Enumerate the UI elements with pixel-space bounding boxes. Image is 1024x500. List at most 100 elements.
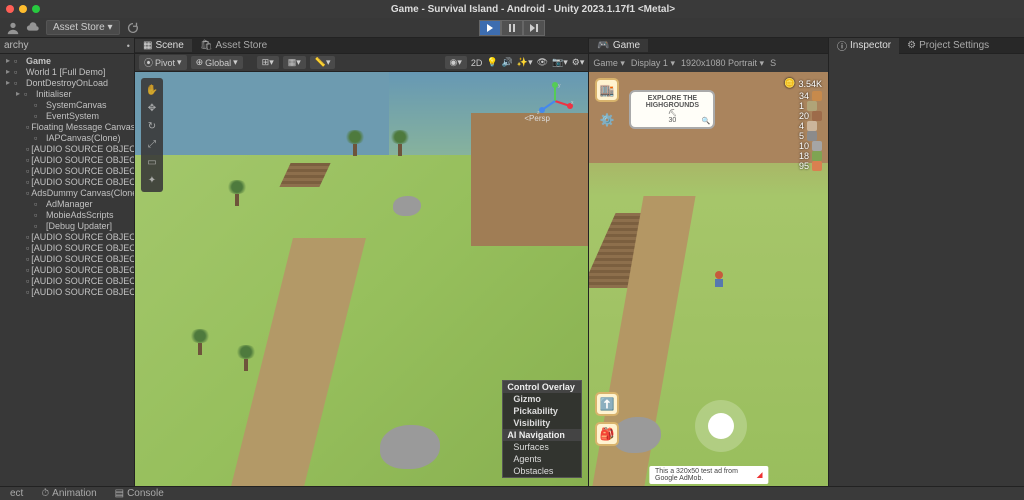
settings-button[interactable]: ⚙️ xyxy=(595,108,619,132)
overlay-obstacles-item[interactable]: Obstacles xyxy=(503,465,581,477)
game-viewport[interactable]: 🏬 ⚙️ EXPLORE THE HIGHGROUNDS ⛏ 30 🔍 🪙3.5… xyxy=(589,72,828,486)
overlay-visibility-item[interactable]: Visibility xyxy=(503,417,581,429)
pause-button[interactable] xyxy=(501,20,523,36)
hierarchy-item[interactable]: ▸▫World 1 [Full Demo] xyxy=(0,66,134,77)
hierarchy-item[interactable]: ▫[AUDIO SOURCE OBJECT] xyxy=(0,242,134,253)
audio-icon[interactable]: 🔊 xyxy=(502,57,513,68)
resource-counter: 18 xyxy=(799,151,822,161)
hierarchy-search-icon[interactable]: 🞄 xyxy=(127,40,130,51)
shading-mode-button[interactable]: ◉▾ xyxy=(445,56,467,69)
rotate-tool-icon[interactable]: ↻ xyxy=(141,117,163,135)
hierarchy-item[interactable]: ▫[AUDIO SOURCE OBJECT] xyxy=(0,231,134,242)
hierarchy-item[interactable]: ▫[AUDIO SOURCE OBJECT] xyxy=(0,286,134,297)
grid-snap-button[interactable]: ⊞▾ xyxy=(257,56,279,69)
window-title: Game - Survival Island - Android - Unity… xyxy=(48,4,1018,15)
hierarchy-item[interactable]: ▫AdManager xyxy=(0,198,134,209)
snap-increment-button[interactable]: ▦▾ xyxy=(283,56,306,69)
refresh-icon[interactable] xyxy=(126,21,140,35)
overlay-surfaces-item[interactable]: Surfaces xyxy=(503,441,581,453)
tab-asset-store[interactable]: 🛍Asset Store xyxy=(192,39,275,52)
hud-resources: 🪙3.54K 3412045101895 xyxy=(784,78,822,171)
gizmos-icon[interactable]: ⚙▾ xyxy=(572,57,585,68)
overlay-pickability-item[interactable]: Pickability xyxy=(503,405,581,417)
scene-viewport[interactable]: ✋ ✥ ↻ ⤢ ▭ ✦ yxz <Persp Control Overlay G… xyxy=(135,72,588,486)
window-titlebar: Game - Survival Island - Android - Unity… xyxy=(0,0,1024,18)
fx-icon[interactable]: ✨▾ xyxy=(517,57,533,68)
lighting-icon[interactable]: 💡 xyxy=(486,57,497,68)
inspector-panel: ⓘInspector ⚙Project Settings xyxy=(829,38,1024,486)
hierarchy-list: ▸▫Game▸▫World 1 [Full Demo]▸▫DontDestroy… xyxy=(0,54,134,486)
tab-project-settings[interactable]: ⚙Project Settings xyxy=(899,39,997,52)
hierarchy-item[interactable]: ▫[AUDIO SOURCE OBJECT] xyxy=(0,176,134,187)
hierarchy-item[interactable]: ▫[Debug Updater] xyxy=(0,220,134,231)
tab-inspector[interactable]: ⓘInspector xyxy=(829,37,899,54)
global-toggle[interactable]: ⊕Global▾ xyxy=(191,56,243,69)
hierarchy-item[interactable]: ▫[AUDIO SOURCE OBJECT] xyxy=(0,154,134,165)
hierarchy-item[interactable]: ▸▫DontDestroyOnLoad xyxy=(0,77,134,88)
hierarchy-item[interactable]: ▫MobieAdsScripts xyxy=(0,209,134,220)
hud-top-left: 🏬 ⚙️ xyxy=(595,78,619,132)
scene-vis-icon[interactable]: 👁 xyxy=(537,57,548,68)
hud-bottom-left: ⬆️ 🎒 xyxy=(595,392,619,446)
pivot-toggle[interactable]: ⦿Pivot▾ xyxy=(139,55,187,70)
resource-counter: 5 xyxy=(799,131,822,141)
orientation-gizmo[interactable]: yxz <Persp xyxy=(534,80,576,122)
hierarchy-panel: archy 🞄 ▸▫Game▸▫World 1 [Full Demo]▸▫Don… xyxy=(0,38,135,486)
inventory-button[interactable]: 🎒 xyxy=(595,422,619,446)
scale-tool-icon[interactable]: ⤢ xyxy=(141,135,163,153)
resource-counter: 4 xyxy=(799,121,822,131)
display-dropdown[interactable]: Display 1 ▾ xyxy=(631,58,675,69)
action-up-button[interactable]: ⬆️ xyxy=(595,392,619,416)
hierarchy-item[interactable]: ▫[AUDIO SOURCE OBJECT] xyxy=(0,165,134,176)
rect-tool-icon[interactable]: ▭ xyxy=(141,153,163,171)
resolution-dropdown[interactable]: 1920x1080 Portrait ▾ xyxy=(681,58,764,69)
transform-tool-icon[interactable]: ✦ xyxy=(141,171,163,189)
search-icon[interactable]: 🔍 xyxy=(702,117,711,125)
overlay-agents-item[interactable]: Agents xyxy=(503,453,581,465)
console-icon: ▤ xyxy=(115,488,124,499)
tab-project[interactable]: ect xyxy=(4,488,29,499)
play-button[interactable] xyxy=(479,20,501,36)
hierarchy-item[interactable]: ▸▫Game xyxy=(0,55,134,66)
tab-scene[interactable]: ▦Scene xyxy=(135,39,192,52)
asset-store-button[interactable]: Asset Store ▾ xyxy=(46,20,120,35)
game-dropdown[interactable]: Game ▾ xyxy=(593,58,625,69)
pickaxe-icon: ⛏ xyxy=(668,109,677,117)
step-button[interactable] xyxy=(523,20,545,36)
hierarchy-item[interactable]: ▫IAPCanvas(Clone) xyxy=(0,132,134,143)
maximize-window-icon[interactable] xyxy=(32,5,40,13)
quest-panel[interactable]: EXPLORE THE HIGHGROUNDS ⛏ 30 🔍 xyxy=(629,90,715,129)
clock-icon: ⏱ xyxy=(41,488,49,499)
hierarchy-item[interactable]: ▫[AUDIO SOURCE OBJECT] xyxy=(0,264,134,275)
tab-animation[interactable]: ⏱Animation xyxy=(35,488,102,499)
account-icon[interactable] xyxy=(6,21,20,35)
2d-toggle[interactable]: 2D xyxy=(471,58,483,68)
test-ad-banner[interactable]: This a 320x50 test ad from Google AdMob.… xyxy=(649,466,768,484)
camera-icon[interactable]: 📷▾ xyxy=(552,57,568,68)
hierarchy-item[interactable]: ▫AdsDummy Canvas(Clone) xyxy=(0,187,134,198)
main-toolbar: Asset Store ▾ xyxy=(0,18,1024,38)
overlay-gizmo-item[interactable]: Gizmo xyxy=(503,393,581,405)
hierarchy-item[interactable]: ▫EventSystem xyxy=(0,110,134,121)
close-window-icon[interactable] xyxy=(6,5,14,13)
hierarchy-item[interactable]: ▫Floating Message Canvas(C xyxy=(0,121,134,132)
hierarchy-item[interactable]: ▫SystemCanvas xyxy=(0,99,134,110)
shop-button[interactable]: 🏬 xyxy=(595,78,619,102)
snap-button[interactable]: 📏▾ xyxy=(310,56,336,69)
overlay-ainav-header: AI Navigation xyxy=(503,429,581,441)
tab-game[interactable]: 🎮Game xyxy=(589,39,648,52)
hierarchy-item[interactable]: ▸▫Initialiser xyxy=(0,88,134,99)
virtual-joystick[interactable] xyxy=(695,400,747,452)
svg-text:y: y xyxy=(558,83,561,89)
hierarchy-item[interactable]: ▫[AUDIO SOURCE OBJECT] xyxy=(0,253,134,264)
move-tool-icon[interactable]: ✥ xyxy=(141,99,163,117)
resource-counter: 95 xyxy=(799,161,822,171)
hierarchy-item[interactable]: ▫[AUDIO SOURCE OBJECT] xyxy=(0,143,134,154)
hand-tool-icon[interactable]: ✋ xyxy=(141,81,163,99)
cloud-icon[interactable] xyxy=(26,21,40,35)
tab-console[interactable]: ▤Console xyxy=(109,488,170,499)
gear-icon: ⚙ xyxy=(907,40,916,51)
minimize-window-icon[interactable] xyxy=(19,5,27,13)
scale-label: S xyxy=(770,58,776,68)
hierarchy-item[interactable]: ▫[AUDIO SOURCE OBJECT] xyxy=(0,275,134,286)
